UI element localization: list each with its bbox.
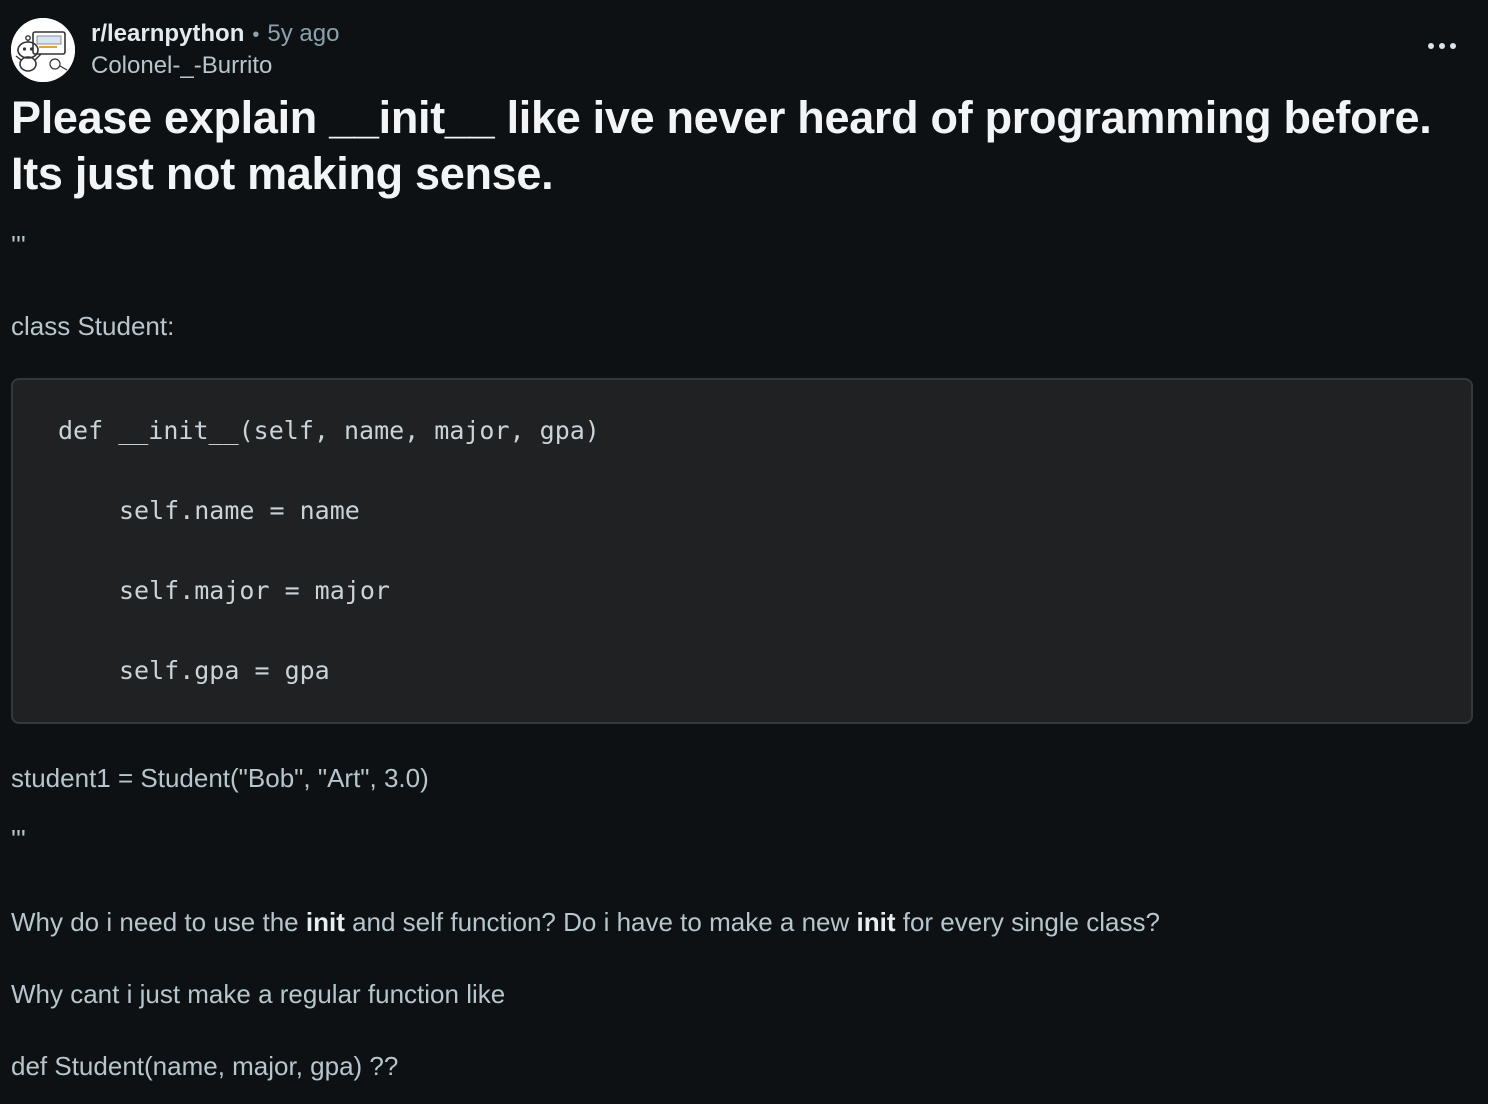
ellipsis-icon: [1439, 43, 1445, 49]
quote-open: ''': [11, 230, 26, 260]
post-container: r/learnpython • 5y ago Colonel-_-Burrito…: [0, 0, 1488, 1104]
reddit-snoo-icon: [11, 18, 75, 82]
post-title: Please explain __init__ like ive never h…: [11, 92, 1432, 199]
subreddit-link[interactable]: r/learnpython: [91, 18, 244, 50]
subreddit-avatar[interactable]: [11, 18, 75, 82]
code-block: def __init__(self, name, major, gpa) sel…: [11, 378, 1473, 724]
post-age: 5y ago: [267, 20, 340, 47]
code-line: self.name = name: [119, 496, 360, 525]
class-line: class Student:: [11, 311, 175, 341]
code-line: self.gpa = gpa: [119, 656, 330, 685]
post-meta-top: r/learnpython • 5y ago: [91, 18, 339, 50]
code-line: self.major = major: [119, 576, 390, 605]
bold-init: init: [305, 907, 345, 937]
post-author[interactable]: Colonel-_-Burrito: [91, 50, 339, 82]
more-options-button[interactable]: [1428, 32, 1456, 60]
code-line: def __init__(self, name, major, gpa): [58, 416, 600, 445]
post-header: r/learnpython • 5y ago Colonel-_-Burrito: [11, 18, 339, 82]
quote-close: ''': [11, 824, 26, 854]
post-meta: r/learnpython • 5y ago Colonel-_-Burrito: [91, 18, 339, 82]
question-text: Why do i need to use the: [11, 907, 306, 937]
student-line: student1 = Student("Bob", "Art", 3.0): [11, 763, 429, 793]
question-text: for every single class?: [895, 907, 1160, 937]
ellipsis-icon: [1428, 43, 1434, 49]
question-text: and self function? Do i have to make a n…: [344, 907, 857, 937]
question-paragraph-1: Why do i need to use the init and self f…: [11, 905, 1160, 939]
question-paragraph-2: Why cant i just make a regular function …: [11, 979, 506, 1009]
ellipsis-icon: [1450, 43, 1456, 49]
meta-separator: •: [252, 24, 260, 46]
question-paragraph-3: def Student(name, major, gpa) ??: [11, 1051, 399, 1081]
bold-init: init: [856, 907, 896, 937]
